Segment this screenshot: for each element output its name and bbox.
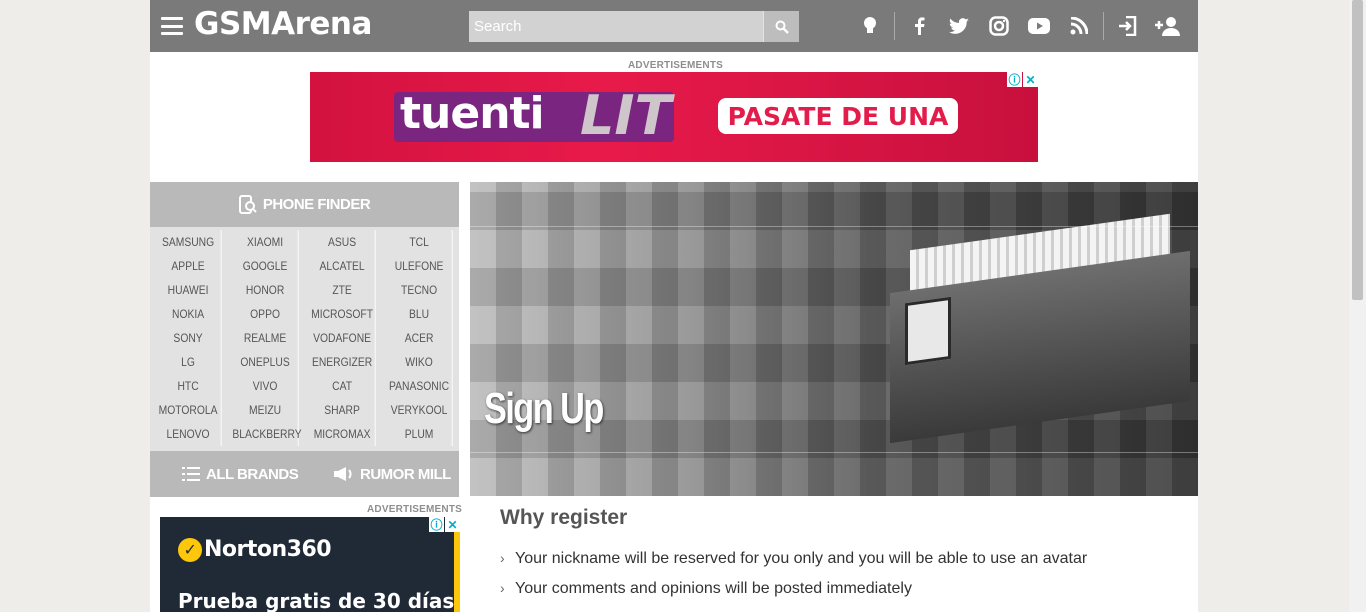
brand-link[interactable]: REALME [232, 326, 299, 350]
brand-link[interactable]: PANASONIC [386, 374, 453, 398]
rss-icon[interactable] [1059, 0, 1099, 52]
search-icon [775, 20, 789, 34]
youtube-icon[interactable] [1019, 0, 1059, 52]
brand-link[interactable]: MEIZU [232, 398, 299, 422]
twitter-icon[interactable] [939, 0, 979, 52]
search-button[interactable] [763, 11, 799, 42]
menu-icon[interactable] [161, 17, 183, 35]
ad-info-icon[interactable]: ⓘ [429, 517, 444, 532]
brand-link[interactable]: BLU [386, 302, 453, 326]
brand-link[interactable]: HTC [155, 374, 222, 398]
ad-cta-button[interactable]: PASATE DE UNA [718, 98, 958, 134]
brand-link[interactable]: ZTE [309, 278, 376, 302]
brand-link[interactable]: VIVO [232, 374, 299, 398]
list-item-text: Your comments and opinions will be poste… [515, 580, 912, 597]
brand-link[interactable]: NOKIA [155, 302, 222, 326]
phone-finder-footer: ALL BRANDS RUMOR MILL [150, 451, 459, 497]
brand-link[interactable]: SAMSUNG [155, 230, 222, 254]
brand-link[interactable]: SONY [155, 326, 222, 350]
phone-finder-title: PHONE FINDER [262, 196, 371, 213]
divider [1103, 12, 1104, 40]
ad-close-icon[interactable]: ✕ [445, 517, 460, 532]
search-input[interactable] [469, 11, 764, 42]
ad-headline: Prueba gratis de 30 días* [178, 589, 460, 612]
phone-finder: PHONE FINDER SAMSUNG XIAOMI ASUS TCL APPLE GO… [150, 182, 459, 497]
brand-link[interactable]: PLUM [386, 422, 453, 446]
login-icon[interactable] [1108, 0, 1148, 52]
brand-link[interactable]: VERYKOOL [386, 398, 453, 422]
brand-link[interactable]: TCL [386, 230, 453, 254]
norton-logo: ✓ Norton360 [178, 537, 332, 562]
brand-link[interactable]: BLACKBERRY [232, 422, 302, 446]
brand-link[interactable]: TECNO [386, 278, 453, 302]
brand-link[interactable]: ULEFONE [386, 254, 453, 278]
section-heading: Why register [500, 506, 628, 529]
benefits-list: › Your nickname will be reserved for you … [500, 546, 1087, 606]
phone-finder-header[interactable]: PHONE FINDER [150, 182, 459, 227]
brand-link[interactable]: ALCATEL [309, 254, 376, 278]
site-logo[interactable]: GSMArena [194, 6, 372, 42]
top-header: GSMArena [150, 0, 1198, 52]
brand-link[interactable]: VODAFONE [309, 326, 376, 350]
bulb-icon[interactable] [850, 0, 890, 52]
ad-info-icon[interactable]: ⓘ [1007, 72, 1022, 87]
rumor-mill-link[interactable]: RUMOR MILL [334, 466, 451, 483]
brand-link[interactable]: SHARP [309, 398, 376, 422]
ad-label: ADVERTISEMENTS [628, 60, 724, 71]
top-banner-ad[interactable]: tuenti LIT PASATE DE UNA ⓘ ✕ [310, 72, 1038, 162]
brand-link[interactable]: LENOVO [155, 422, 222, 446]
facebook-icon[interactable] [899, 0, 939, 52]
brand-link[interactable]: ACER [386, 326, 453, 350]
tuenti-logo: tuenti [400, 88, 545, 139]
brand-link[interactable]: APPLE [155, 254, 222, 278]
instagram-icon[interactable] [979, 0, 1019, 52]
hero-image: Sign Up [470, 182, 1198, 496]
ad-label-side: ADVERTISEMENTS [367, 504, 463, 515]
brand-link[interactable]: CAT [309, 374, 376, 398]
brand-grid: SAMSUNG XIAOMI ASUS TCL APPLE GOOGLE ALCATEL UL… [150, 230, 459, 446]
list-item: › Your nickname will be reserved for you … [500, 546, 1087, 576]
hero-rule [470, 226, 1198, 227]
brand-link[interactable]: MICROMAX [309, 422, 376, 446]
brand-link[interactable]: MICROSOFT [309, 302, 376, 326]
divider [894, 12, 895, 40]
check-icon: ✓ [178, 538, 202, 562]
header-icons [850, 0, 1188, 52]
chevron-right-icon: › [500, 550, 505, 566]
ad-close-icon[interactable]: ✕ [1023, 72, 1038, 87]
brand-link[interactable]: WIKO [386, 350, 453, 374]
side-banner-ad[interactable]: ✓ Norton360 Prueba gratis de 30 días* ⓘ ✕ [160, 517, 460, 612]
all-brands-link[interactable]: ALL BRANDS [182, 465, 299, 483]
brand-link[interactable]: GOOGLE [232, 254, 299, 278]
add-user-icon[interactable] [1148, 0, 1188, 52]
search-box [469, 11, 799, 42]
rumor-mill-label: RUMOR MILL [360, 465, 451, 483]
list-item: › Your comments and opinions will be post… [500, 576, 1087, 606]
brand-link[interactable]: HONOR [232, 278, 299, 302]
brand-link[interactable]: ASUS [309, 230, 376, 254]
brand-link[interactable]: ENERGIZER [309, 350, 376, 374]
list-item-text: Your nickname will be reserved for you o… [515, 550, 1088, 567]
ad-lit-word: LIT [580, 84, 672, 147]
all-brands-label: ALL BRANDS [206, 465, 299, 483]
drawer-label [905, 296, 951, 366]
brand-link[interactable]: XIAOMI [232, 230, 299, 254]
hero-rule [470, 452, 1198, 453]
list-icon [182, 467, 200, 481]
brand-link[interactable]: ONEPLUS [232, 350, 299, 374]
phone-search-icon [238, 194, 257, 214]
brand-link[interactable]: LG [155, 350, 222, 374]
scroll-thumb[interactable] [1352, 0, 1363, 300]
megaphone-icon [334, 467, 352, 481]
brand-link[interactable]: MOTOROLA [155, 398, 222, 422]
brand-link[interactable]: HUAWEI [155, 278, 222, 302]
page-scrollbar[interactable] [1349, 0, 1366, 612]
brand-link[interactable]: OPPO [232, 302, 299, 326]
page-title: Sign Up [484, 384, 604, 433]
chevron-right-icon: › [500, 580, 505, 596]
